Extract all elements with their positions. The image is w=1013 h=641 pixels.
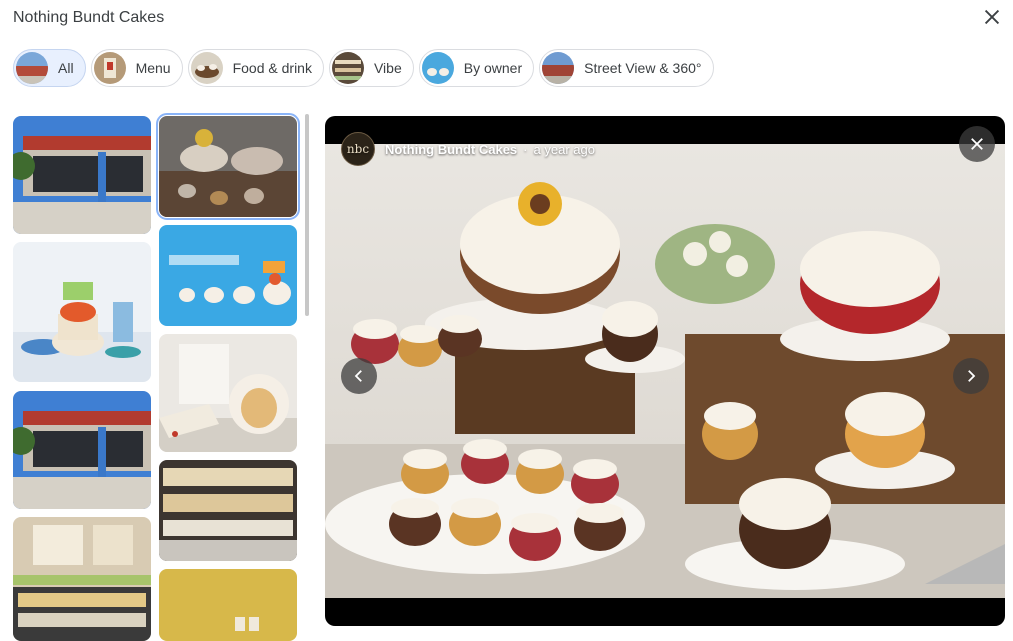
chip-label: By owner	[463, 60, 523, 76]
photo-thumbnail[interactable]	[13, 116, 151, 234]
chip-label: Street View & 360°	[584, 60, 702, 76]
photo-thumbnail[interactable]	[13, 242, 151, 382]
chip-label: Menu	[135, 60, 171, 76]
chip-label: Vibe	[373, 60, 402, 76]
photo-thumbnail[interactable]	[159, 460, 297, 561]
photo-thumbnail[interactable]	[13, 391, 151, 509]
chip-thumbnail	[190, 52, 223, 84]
photo-thumbnail[interactable]	[159, 569, 297, 641]
photo-thumbnail[interactable]	[159, 334, 297, 452]
filter-chips: All Menu Food & drink Vibe By owner Stre…	[13, 49, 714, 87]
chip-thumbnail	[16, 52, 48, 84]
photo-thumbnail[interactable]	[13, 517, 151, 641]
chip-all[interactable]: All	[13, 49, 86, 87]
photo-timestamp: a year ago	[533, 141, 595, 157]
chip-vibe[interactable]: Vibe	[328, 49, 414, 87]
owner-avatar[interactable]: nbc	[341, 132, 375, 166]
close-icon[interactable]	[981, 6, 1003, 28]
chip-thumbnail	[542, 52, 575, 84]
thumbnail-scrollbar[interactable]	[305, 114, 309, 316]
photo-attribution: nbc Nothing Bundt Cakes · a year ago	[341, 132, 595, 166]
close-icon[interactable]	[959, 126, 995, 162]
chip-food-drink[interactable]: Food & drink	[187, 49, 324, 87]
chip-thumbnail	[421, 52, 454, 84]
chip-by-owner[interactable]: By owner	[418, 49, 535, 87]
chip-thumbnail	[93, 52, 126, 84]
separator: ·	[523, 141, 528, 157]
chevron-right-icon[interactable]	[953, 358, 989, 394]
chip-label: Food & drink	[232, 60, 312, 76]
photo-thumbnail[interactable]	[159, 225, 297, 326]
main-photo	[325, 144, 1005, 598]
chip-menu[interactable]: Menu	[90, 49, 183, 87]
photo-viewer: nbc Nothing Bundt Cakes · a year ago	[325, 116, 1005, 626]
owner-name[interactable]: Nothing Bundt Cakes	[385, 142, 517, 157]
chip-label: All	[58, 60, 74, 76]
chevron-left-icon[interactable]	[341, 358, 377, 394]
chip-street-view[interactable]: Street View & 360°	[539, 49, 714, 87]
page-title: Nothing Bundt Cakes	[13, 9, 165, 26]
chip-thumbnail	[331, 52, 364, 84]
photo-thumbnail-selected[interactable]	[156, 113, 300, 220]
